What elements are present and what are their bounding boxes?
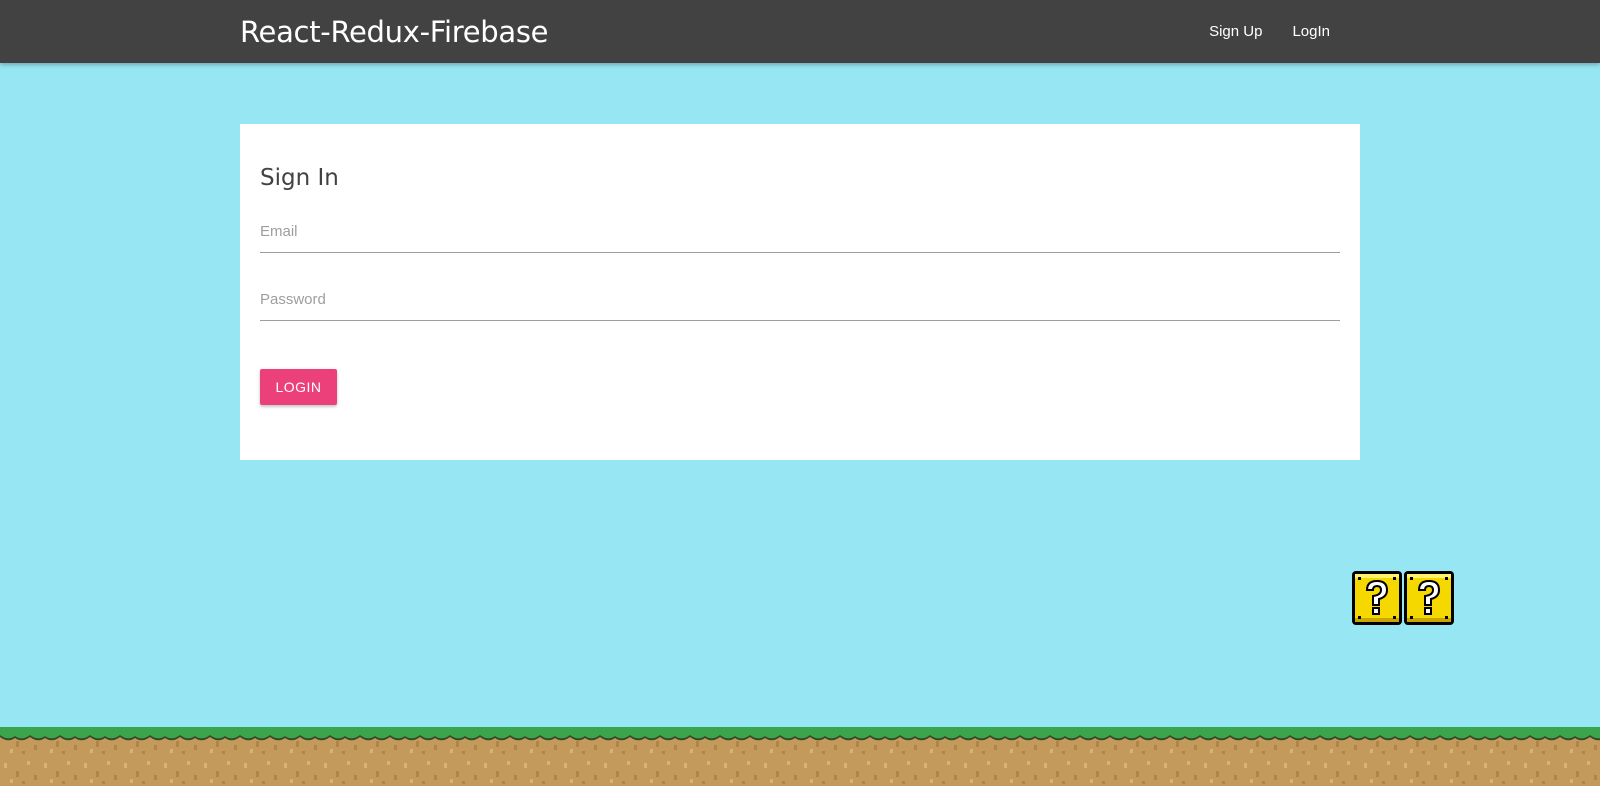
- grass-ground: [0, 727, 1600, 786]
- login-button[interactable]: Login: [260, 369, 337, 405]
- email-field-wrapper: [260, 206, 1340, 253]
- navbar: React-Redux-Firebase Sign Up LogIn: [0, 0, 1600, 63]
- password-field-wrapper: [260, 274, 1340, 321]
- nav-sign-up-link[interactable]: Sign Up: [1194, 0, 1277, 63]
- question-blocks: [1351, 570, 1455, 626]
- nav-links: Sign Up LogIn: [1194, 0, 1345, 63]
- brand-logo[interactable]: React-Redux-Firebase: [240, 14, 549, 50]
- password-input[interactable]: [260, 274, 1340, 320]
- question-block-icon: [1352, 571, 1402, 625]
- sign-in-title: Sign In: [260, 165, 339, 191]
- nav-login-link[interactable]: LogIn: [1277, 0, 1345, 63]
- email-input[interactable]: [260, 206, 1340, 252]
- question-block-icon: [1404, 571, 1454, 625]
- sign-in-card: Sign In Login: [240, 124, 1360, 460]
